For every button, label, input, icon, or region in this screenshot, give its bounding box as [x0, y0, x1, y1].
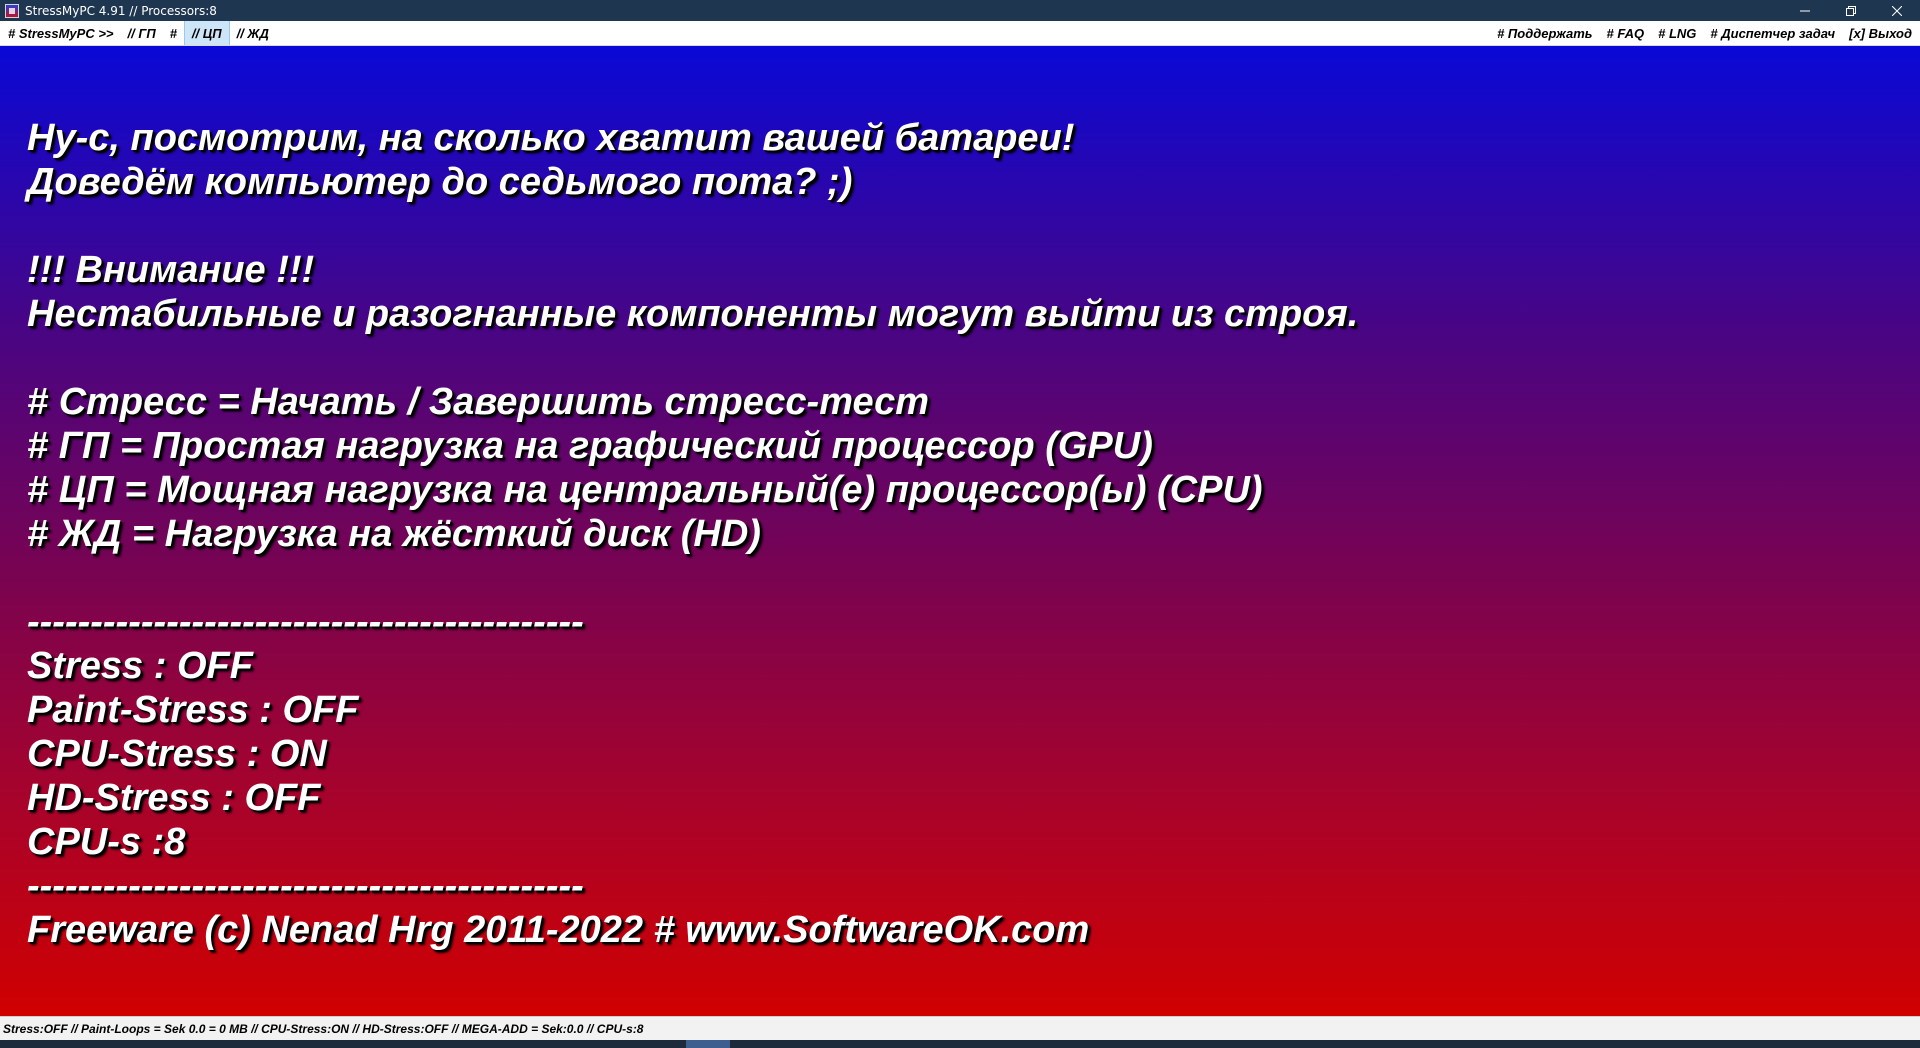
- menu-language[interactable]: # LNG: [1651, 21, 1703, 45]
- status-bar-text: Stress:OFF // Paint-Loops = Sek 0.0 = 0 …: [3, 1021, 644, 1036]
- title-bar: StressMyPC 4.91 // Processors:8: [0, 0, 1920, 21]
- menu-bar: # StressMyPC >> // ГП # // ЦП // ЖД # По…: [0, 21, 1920, 46]
- help-gpu: # ГП = Простая нагрузка на графический п…: [27, 425, 1153, 467]
- menu-right: # Поддержать # FAQ # LNG # Диспетчер зад…: [1490, 21, 1920, 45]
- help-hd: # ЖД = Нагрузка на жёсткий диск (HD): [27, 513, 761, 555]
- menu-gpu[interactable]: // ГП: [121, 21, 163, 45]
- close-icon: [1892, 5, 1902, 16]
- minimize-icon: [1800, 10, 1810, 11]
- menu-hd[interactable]: // ЖД: [230, 21, 276, 45]
- minimize-button[interactable]: [1782, 0, 1828, 21]
- app-icon[interactable]: [5, 3, 19, 18]
- status-paint-stress: Paint-Stress : OFF: [27, 689, 359, 731]
- status-hd-stress: HD-Stress : OFF: [27, 777, 321, 819]
- menu-support[interactable]: # Поддержать: [1490, 21, 1599, 45]
- menu-stressmypc[interactable]: # StressMyPC >>: [0, 21, 121, 45]
- menu-exit[interactable]: [x] Выход: [1842, 21, 1920, 45]
- separator-bottom: ----------------------------------------…: [27, 865, 584, 907]
- status-cpu-stress: CPU-Stress : ON: [27, 733, 327, 775]
- warning-text: Нестабильные и разогнанные компоненты мо…: [27, 293, 1359, 335]
- window-title: StressMyPC 4.91 // Processors:8: [25, 3, 217, 18]
- status-cpu-count: CPU-s :8: [27, 821, 186, 863]
- intro-line-1: Ну-с, посмотрим, на сколько хватит вашей…: [27, 117, 1075, 159]
- warning-heading: !!! Внимание !!!: [27, 249, 315, 291]
- status-stress: Stress : OFF: [27, 645, 253, 687]
- intro-line-2: Доведём компьютер до седьмого пота? ;): [27, 161, 853, 203]
- menu-cpu[interactable]: // ЦП: [183, 21, 230, 45]
- close-button[interactable]: [1874, 0, 1920, 21]
- taskbar: [0, 1040, 1920, 1048]
- menu-hash[interactable]: #: [163, 21, 184, 45]
- menu-task-manager[interactable]: # Диспетчер задач: [1703, 21, 1842, 45]
- help-cpu: # ЦП = Мощная нагрузка на центральный(е)…: [27, 469, 1263, 511]
- help-stress: # Стресс = Начать / Завершить стресс-тес…: [27, 381, 930, 423]
- restore-button[interactable]: [1828, 0, 1874, 21]
- separator-top: ----------------------------------------…: [27, 601, 584, 643]
- stress-display[interactable]: Ну-с, посмотрим, на сколько хватит вашей…: [0, 46, 1920, 1016]
- menu-faq[interactable]: # FAQ: [1600, 21, 1652, 45]
- info-text: Ну-с, посмотрим, на сколько хватит вашей…: [27, 116, 1358, 952]
- status-bar: Stress:OFF // Paint-Loops = Sek 0.0 = 0 …: [0, 1016, 1920, 1040]
- restore-icon: [1846, 5, 1856, 16]
- taskbar-active-item[interactable]: [686, 1040, 730, 1048]
- footer-credit: Freeware (c) Nenad Hrg 2011-2022 # www.S…: [27, 909, 1090, 951]
- menu-left: # StressMyPC >> // ГП # // ЦП // ЖД: [0, 21, 276, 45]
- window-controls: [1782, 0, 1920, 21]
